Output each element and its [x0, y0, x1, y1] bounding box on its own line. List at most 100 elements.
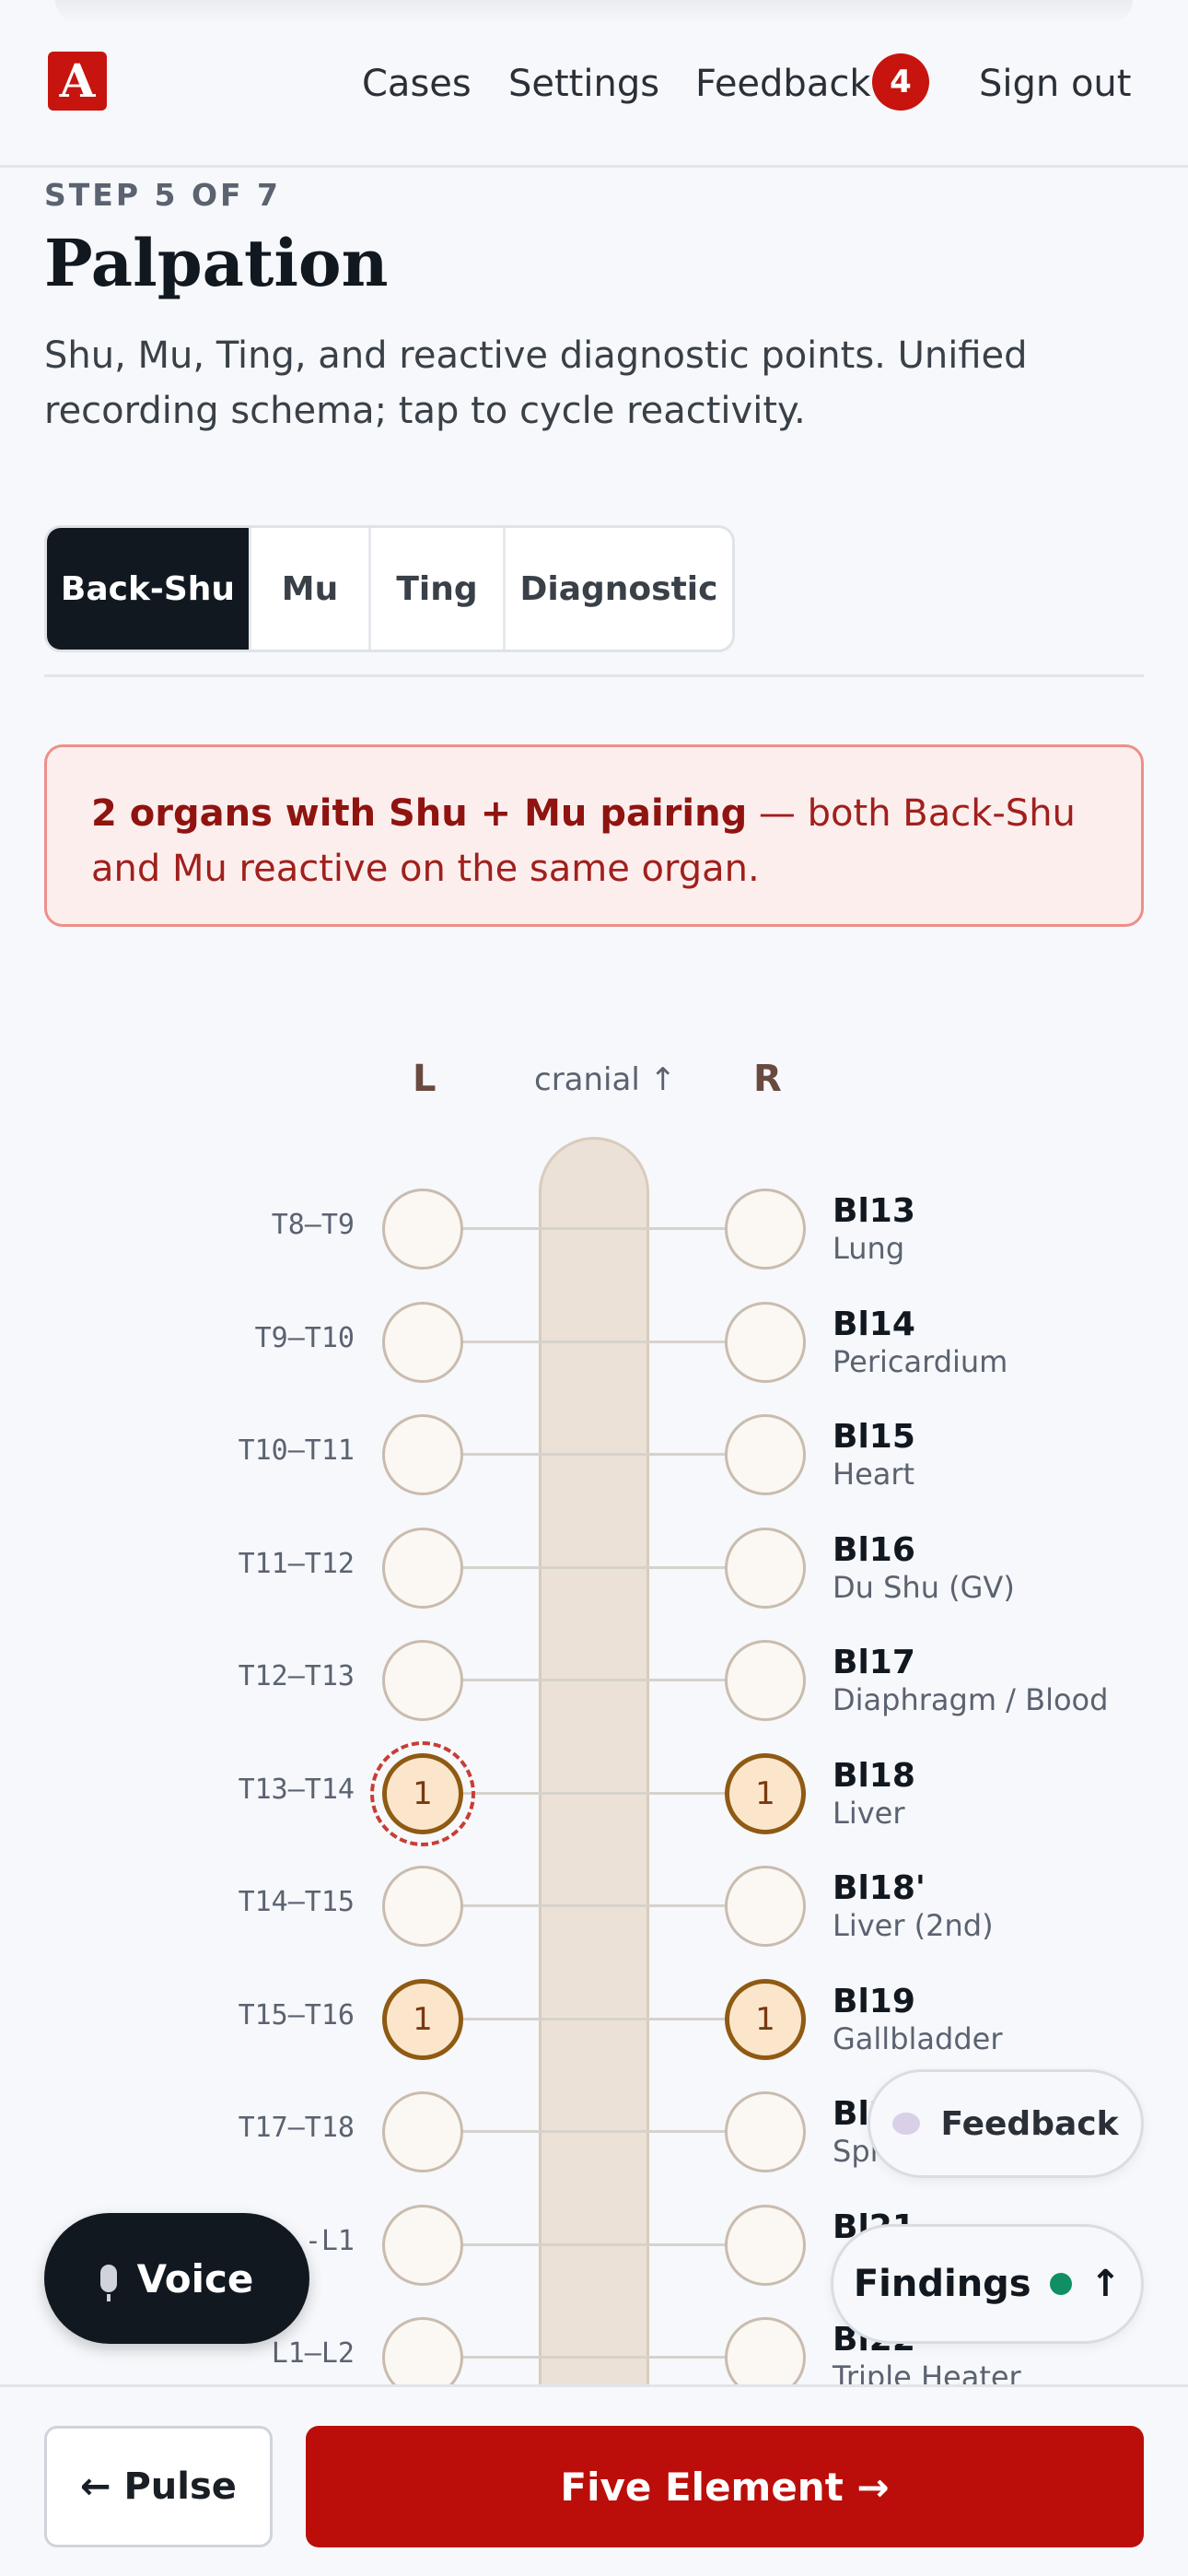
right-point-toggle[interactable] — [725, 1527, 806, 1609]
page-description: Shu, Mu, Ting, and reactive diagnostic p… — [44, 334, 1028, 432]
vertebra-label: -L1 — [304, 2224, 355, 2257]
alert-strong: 2 organs with Shu + Mu pairing — [91, 792, 748, 835]
floating-feedback-label: Feedback — [940, 2104, 1119, 2143]
row-connector — [460, 1904, 728, 1907]
row-connector — [460, 2242, 728, 2246]
vertebra-label: T15–T16 — [238, 1998, 355, 2032]
spine-row: T11–T12 Bl16 Du Shu (GV) — [0, 1522, 1188, 1614]
app-logo[interactable]: A — [48, 52, 107, 111]
vertebra-label: T8–T9 — [271, 1209, 355, 1241]
point-name: Bl16 — [833, 1530, 915, 1569]
left-point-toggle[interactable] — [382, 1527, 463, 1609]
vertebra-label: T13–T14 — [238, 1773, 355, 1806]
point-name: Bl14 — [833, 1305, 915, 1343]
right-point-toggle[interactable] — [725, 1640, 806, 1721]
left-point-toggle[interactable]: 1 — [382, 1978, 463, 2060]
cranial-label: cranial ↑ — [534, 1061, 677, 1098]
point-organ: Liver — [833, 1795, 905, 1831]
spine-row: T14–T15 Bl18' Liver (2nd) — [0, 1860, 1188, 1952]
row-connector — [460, 1227, 728, 1230]
left-point-toggle[interactable] — [382, 2091, 463, 2172]
row-connector — [460, 1453, 728, 1456]
left-side-label: L — [413, 1058, 437, 1100]
point-name: Bl19 — [833, 1982, 915, 2020]
point-type-tabs: Back-Shu Mu Ting Diagnostic — [44, 525, 735, 652]
vertebra-label: T17–T18 — [238, 2112, 355, 2144]
point-organ: Heart — [833, 1457, 915, 1492]
spine-row: T8–T9 Bl13 Lung — [0, 1183, 1188, 1275]
left-point-toggle[interactable]: 1 — [370, 1740, 475, 1846]
right-point-toggle[interactable] — [725, 1301, 806, 1383]
left-point-toggle[interactable] — [382, 1188, 463, 1270]
point-name: Bl13 — [833, 1192, 915, 1230]
vertebra-label: T9–T10 — [254, 1321, 355, 1354]
point-name: Bl15 — [833, 1418, 915, 1456]
right-point-toggle[interactable] — [725, 2091, 806, 2172]
vertebra-label: T14–T15 — [238, 1886, 355, 1918]
tab-mu[interactable]: Mu — [251, 528, 371, 650]
left-point-toggle[interactable] — [382, 1414, 463, 1495]
tabs-divider — [44, 674, 1144, 677]
point-name: Bl18 — [833, 1756, 915, 1795]
spine-row: T9–T10 Bl14 Pericardium — [0, 1296, 1188, 1388]
right-point-toggle[interactable] — [725, 2204, 806, 2286]
point-organ: Lung — [833, 1231, 905, 1266]
right-point-toggle[interactable] — [725, 1866, 806, 1947]
spine-row: T10–T11 Bl15 Heart — [0, 1409, 1188, 1501]
next-step-button[interactable]: Five Element → — [306, 2426, 1144, 2547]
row-connector — [460, 1565, 728, 1569]
point-organ: Gallbladder — [833, 2020, 1003, 2056]
nav-settings[interactable]: Settings — [508, 0, 659, 168]
row-connector — [460, 2017, 728, 2020]
nav-cases[interactable]: Cases — [362, 0, 472, 168]
bottom-nav-bar: ← Pulse Five Element → — [0, 2384, 1188, 2576]
vertebra-label: T11–T12 — [238, 1547, 355, 1580]
findings-status-dot — [1049, 2273, 1072, 2295]
left-point-toggle[interactable] — [382, 2204, 463, 2286]
right-point-toggle[interactable]: 1 — [725, 1752, 806, 1834]
left-point-toggle[interactable] — [382, 1640, 463, 1721]
spine-row: T15–T16 1 1 Bl19 Gallbladder — [0, 1973, 1188, 2066]
logo-letter: A — [59, 53, 96, 108]
findings-label: Findings — [853, 2263, 1031, 2305]
row-connector — [460, 2130, 728, 2133]
point-organ: Du Shu (GV) — [833, 1569, 1015, 1605]
tab-ting[interactable]: Ting — [371, 528, 506, 650]
point-organ: Pericardium — [833, 1343, 1008, 1379]
right-point-toggle[interactable] — [725, 1414, 806, 1495]
spine-row: T12–T13 Bl17 Diaphragm / Blood — [0, 1634, 1188, 1727]
row-connector — [460, 1791, 728, 1795]
point-name: Bl17 — [833, 1644, 915, 1681]
row-connector — [460, 2356, 728, 2359]
tab-diagnostic[interactable]: Diagnostic — [506, 528, 732, 650]
nav-feedback[interactable]: Feedback — [695, 0, 871, 168]
point-organ: Liver (2nd) — [833, 1908, 994, 1943]
voice-button[interactable]: Voice — [44, 2213, 309, 2344]
right-point-toggle[interactable] — [725, 1188, 806, 1270]
tab-back-shu[interactable]: Back-Shu — [47, 528, 251, 650]
vertebra-label: T10–T11 — [238, 1434, 355, 1467]
voice-label: Voice — [136, 2255, 254, 2301]
point-name: Bl18' — [833, 1869, 926, 1907]
left-point-toggle[interactable] — [382, 1866, 463, 1947]
left-point-toggle[interactable] — [382, 1301, 463, 1383]
vertebra-label: L1–L2 — [271, 2337, 355, 2370]
pairing-alert: 2 organs with Shu + Mu pairing — both Ba… — [44, 744, 1144, 927]
nav-sign-out[interactable]: Sign out — [979, 0, 1131, 168]
page-title: Palpation — [44, 225, 389, 301]
app-header: A Cases Settings Feedback 4 Sign out — [0, 0, 1188, 168]
point-organ: Diaphragm / Blood — [833, 1682, 1109, 1717]
previous-step-button[interactable]: ← Pulse — [44, 2426, 273, 2547]
step-indicator: STEP 5 OF 7 — [44, 177, 281, 213]
microphone-icon — [99, 2265, 117, 2301]
arrow-up-icon: ↑ — [1089, 2263, 1122, 2305]
findings-button[interactable]: Findings ↑ — [831, 2224, 1144, 2344]
right-side-label: R — [753, 1058, 782, 1100]
feedback-count-badge: 4 — [872, 53, 929, 111]
right-point-toggle[interactable]: 1 — [725, 1978, 806, 2060]
row-connector — [460, 1340, 728, 1343]
spine-row: T13–T14 1 1 Bl18 Liver — [0, 1740, 1188, 1846]
floating-feedback-button[interactable]: Feedback — [868, 2069, 1144, 2178]
vertebra-label: T12–T13 — [238, 1660, 355, 1692]
row-connector — [460, 1679, 728, 1681]
